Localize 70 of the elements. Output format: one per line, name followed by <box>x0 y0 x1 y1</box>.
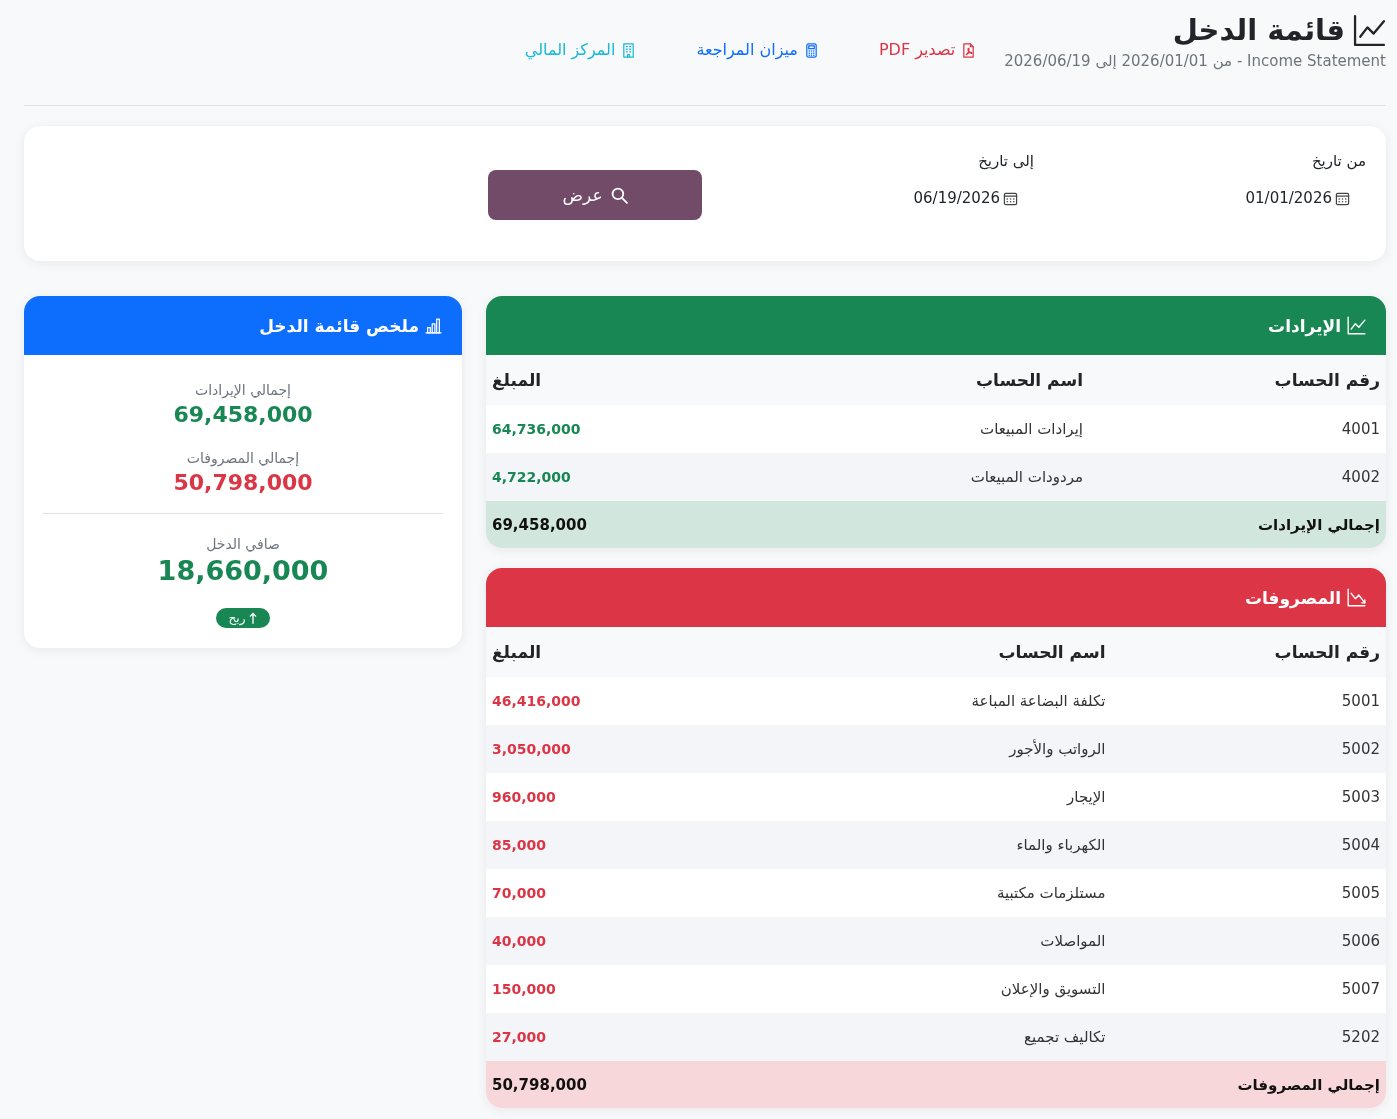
falling-chart-icon <box>1347 588 1366 607</box>
view-button[interactable]: عرض <box>488 170 702 220</box>
account-name-cell: مردودات المبيعات <box>783 453 1089 501</box>
line-chart-icon <box>1353 13 1386 47</box>
header-link[interactable]: تصدير PDF <box>862 33 993 67</box>
amount-cell: 40,000 <box>486 917 783 965</box>
account-number-cell: 4001 <box>1089 405 1386 453</box>
amount-cell: 27,000 <box>486 1013 783 1061</box>
column-header: رقم الحساب <box>1111 627 1386 677</box>
total-label: إجمالي المصروفات <box>783 1061 1386 1108</box>
status-text: ربح <box>228 610 246 626</box>
section-title: الإيرادات <box>1268 314 1341 338</box>
column-header: اسم الحساب <box>783 355 1089 405</box>
total-amount: 50,798,000 <box>486 1061 783 1108</box>
amount-cell: 46,416,000 <box>486 677 783 725</box>
page-title: قائمة الدخل <box>1172 12 1345 49</box>
account-number-cell: 4002 <box>1089 453 1386 501</box>
field-label: إلى تاريخ <box>978 151 1034 172</box>
calculator-icon <box>803 41 819 59</box>
header-link[interactable]: ميزان المراجعة <box>680 33 835 67</box>
section-title: المصروفات <box>1244 586 1341 610</box>
summary-value: 69,458,000 <box>173 401 313 429</box>
account-name-cell: الإيجار <box>783 773 1112 821</box>
account-number-cell: 5002 <box>1111 725 1386 773</box>
account-name-cell: المواصلات <box>783 917 1112 965</box>
date-field[interactable]: 01/01/2026 <box>1229 176 1366 220</box>
account-name-cell: تكاليف تجميع <box>783 1013 1112 1061</box>
column-header: المبلغ <box>486 627 783 677</box>
column-header: رقم الحساب <box>1089 355 1386 405</box>
amount-cell: 70,000 <box>486 869 783 917</box>
field-label: من تاريخ <box>1311 151 1366 172</box>
net-income-value: 18,660,000 <box>157 554 329 588</box>
column-header: المبلغ <box>486 355 783 405</box>
account-number-cell: 5006 <box>1111 917 1386 965</box>
summary-label: إجمالي المصروفات <box>186 449 300 468</box>
total-amount: 69,458,000 <box>486 501 783 548</box>
net-income-label: صافي الدخل <box>206 535 280 554</box>
account-number-cell: 5007 <box>1111 965 1386 1013</box>
amount-cell: 4,722,000 <box>486 453 783 501</box>
calendar-icon <box>1335 190 1350 206</box>
page-subtitle: Income Statement - من 2026/01/01 إلى 2026/06/19 <box>1004 51 1386 72</box>
pdf-file-icon <box>961 41 977 59</box>
amount-cell: 85,000 <box>486 821 783 869</box>
account-number-cell: 5003 <box>1111 773 1386 821</box>
account-name-cell: إيرادات المبيعات <box>783 405 1089 453</box>
calendar-icon <box>1003 190 1018 206</box>
column-header: اسم الحساب <box>783 627 1112 677</box>
summary-value: 50,798,000 <box>173 469 313 497</box>
bar-chart-icon <box>425 317 442 334</box>
account-number-cell: 5004 <box>1111 821 1386 869</box>
building-icon <box>621 41 637 59</box>
account-name-cell: تكلفة البضاعة المباعة <box>783 677 1112 725</box>
account-name-cell: مستلزمات مكتبية <box>783 869 1112 917</box>
amount-cell: 150,000 <box>486 965 783 1013</box>
arrow-up-icon <box>249 612 258 624</box>
amount-cell: 64,736,000 <box>486 405 783 453</box>
search-icon <box>610 186 628 204</box>
date-field[interactable]: 06/19/2026 <box>897 176 1034 220</box>
summary-label: إجمالي الإيرادات <box>195 381 291 400</box>
section-title: ملخص قائمة الدخل <box>259 314 419 338</box>
account-name-cell: الرواتب والأجور <box>783 725 1112 773</box>
account-number-cell: 5005 <box>1111 869 1386 917</box>
total-label: إجمالي الإيرادات <box>783 501 1386 548</box>
line-chart-icon <box>1347 316 1366 335</box>
account-name-cell: الكهرباء والماء <box>783 821 1112 869</box>
account-name-cell: التسويق والإعلان <box>783 965 1112 1013</box>
amount-cell: 960,000 <box>486 773 783 821</box>
account-number-cell: 5001 <box>1111 677 1386 725</box>
amount-cell: 3,050,000 <box>486 725 783 773</box>
account-number-cell: 5202 <box>1111 1013 1386 1061</box>
